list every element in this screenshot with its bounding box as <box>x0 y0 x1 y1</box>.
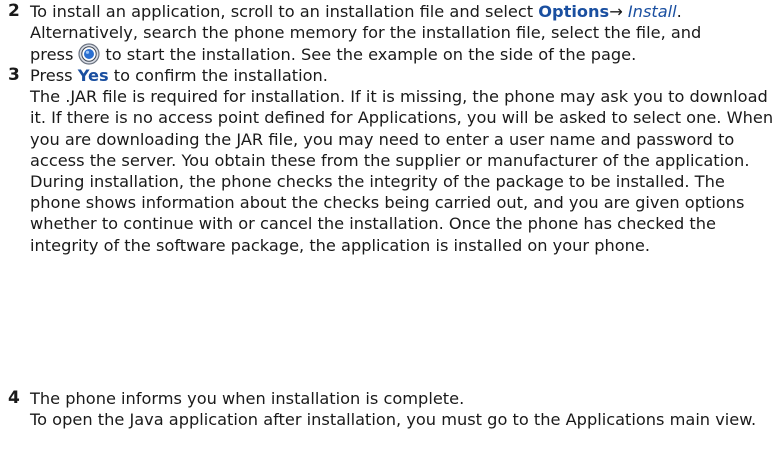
yes-keyword: Yes <box>77 66 109 85</box>
completion-paragraph: The phone informs you when installation … <box>30 389 465 408</box>
options-keyword: Options <box>538 2 610 21</box>
jar-file-paragraph: The .JAR file is required for installati… <box>30 87 774 170</box>
step-number: 4 <box>8 388 20 408</box>
step-4: 4 The phone informs you when installatio… <box>8 388 776 430</box>
integrity-paragraph: During installation, the phone checks th… <box>30 172 745 255</box>
step-2-press-line: press to start the installation. See the… <box>30 43 776 66</box>
instruction-text: To install an application, scroll to an … <box>30 2 539 21</box>
manual-page: 2 To install an application, scroll to a… <box>0 0 782 452</box>
press-tail-text: to start the installation. See the examp… <box>105 45 637 65</box>
navi-select-key-icon <box>78 43 101 66</box>
step-number: 2 <box>8 1 20 21</box>
step-number: 3 <box>8 65 20 85</box>
instruction-text: Press <box>30 66 78 85</box>
press-text: press <box>30 45 74 65</box>
install-menu-item: Install <box>627 2 677 21</box>
step-2-instruction: To install an application, scroll to an … <box>30 1 776 22</box>
step-2: 2 To install an application, scroll to a… <box>8 1 776 66</box>
arrow-symbol: → <box>609 2 628 21</box>
instruction-tail: to confirm the installation. <box>108 66 328 85</box>
open-app-paragraph: To open the Java application after insta… <box>30 410 757 430</box>
instruction-tail: . <box>676 2 682 21</box>
step-3: 3 Press Yes to confirm the installation.… <box>8 65 776 256</box>
step-2-alternative: Alternatively, search the phone memory f… <box>30 23 702 43</box>
step-3-instruction: Press Yes to confirm the installation. <box>30 65 776 86</box>
